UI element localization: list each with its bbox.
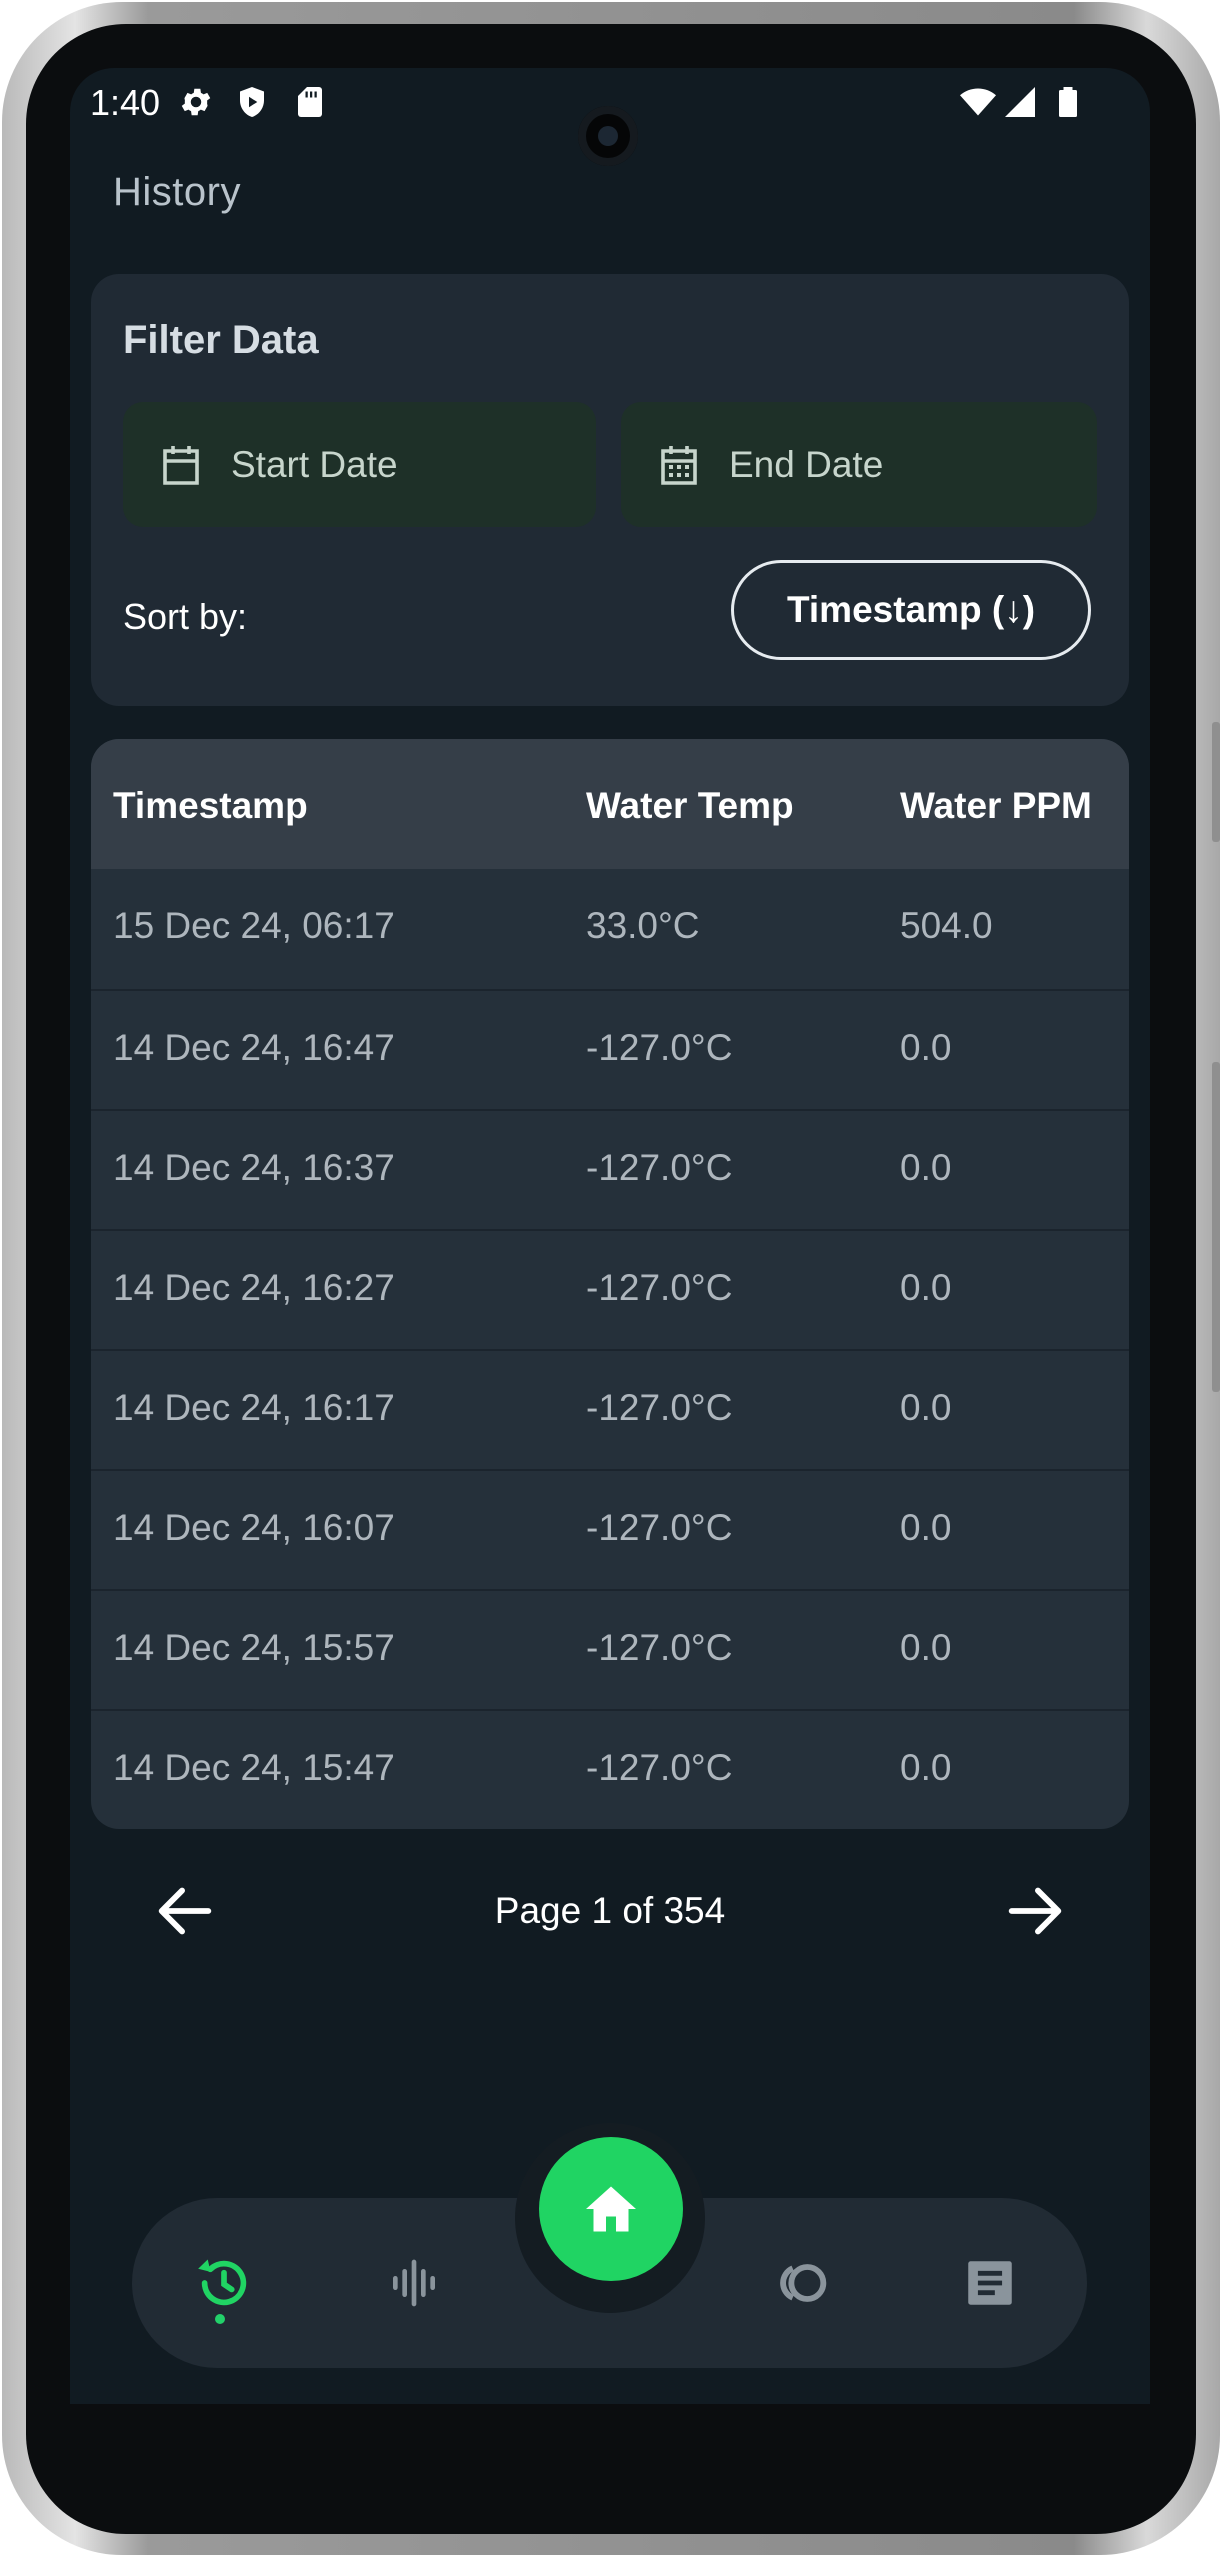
cell-timestamp: 15 Dec 24, 06:17: [113, 905, 395, 946]
home-button[interactable]: [539, 2137, 683, 2281]
table-row[interactable]: 14 Dec 24, 15:47 -127.0°C 0.0: [91, 1709, 1129, 1828]
table-row[interactable]: 14 Dec 24, 16:27 -127.0°C 0.0: [91, 1229, 1129, 1348]
gear-icon: [181, 88, 211, 116]
cell-water-ppm: 504.0: [900, 905, 993, 946]
app-screen: 1:40 History Filter Data Start Date End …: [70, 68, 1150, 2404]
table-row[interactable]: 14 Dec 24, 16:17 -127.0°C 0.0: [91, 1349, 1129, 1468]
cell-timestamp: 14 Dec 24, 16:27: [113, 1267, 395, 1308]
sort-label: Sort by:: [123, 596, 248, 637]
start-date-button[interactable]: Start Date: [123, 402, 596, 527]
table-row[interactable]: 14 Dec 24, 16:47 -127.0°C 0.0: [91, 989, 1129, 1108]
cell-timestamp: 14 Dec 24, 16:17: [113, 1387, 395, 1428]
waveform-icon: [393, 2259, 435, 2307]
nav-toggle[interactable]: [762, 2243, 842, 2323]
sd-card-icon: [298, 87, 322, 117]
cell-timestamp: 14 Dec 24, 15:47: [113, 1747, 395, 1788]
volume-button: [1212, 722, 1220, 842]
front-camera: [578, 106, 638, 166]
cell-water-ppm: 0.0: [900, 1627, 952, 1668]
next-page-icon[interactable]: [1000, 1876, 1070, 1946]
table-header: Timestamp Water Temp Water PPM: [91, 739, 1129, 869]
cell-water-ppm: 0.0: [900, 1507, 952, 1548]
cell-water-ppm: 0.0: [900, 1387, 952, 1428]
toggle-icon: [780, 2264, 827, 2302]
nav-history[interactable]: [184, 2243, 264, 2323]
notes-icon: [968, 2261, 1012, 2305]
home-icon: [586, 2186, 636, 2232]
page-indicator: Page 1 of 354: [494, 1890, 726, 1931]
shield-play-icon: [240, 87, 264, 117]
sort-button[interactable]: Timestamp (↓): [731, 560, 1091, 660]
history-icon: [198, 2259, 247, 2306]
filter-card: Filter Data Start Date End Date Sort by:…: [91, 274, 1129, 706]
table-row[interactable]: 14 Dec 24, 16:37 -127.0°C 0.0: [91, 1109, 1129, 1228]
cell-timestamp: 14 Dec 24, 15:57: [113, 1627, 395, 1668]
end-date-label: End Date: [729, 443, 884, 485]
cell-water-temp: -127.0°C: [586, 1627, 733, 1668]
start-date-label: Start Date: [231, 443, 398, 485]
end-date-button[interactable]: End Date: [621, 402, 1097, 527]
cell-water-ppm: 0.0: [900, 1267, 952, 1308]
cell-water-temp: 33.0°C: [586, 905, 700, 946]
nav-notes[interactable]: [950, 2243, 1030, 2323]
cell-water-ppm: 0.0: [900, 1147, 952, 1188]
header-water-temp[interactable]: Water Temp: [586, 785, 794, 827]
wifi-icon: [960, 88, 996, 116]
cell-water-ppm: 0.0: [900, 1747, 952, 1788]
status-bar: 1:40: [70, 68, 1150, 168]
pagination: Page 1 of 354: [70, 1866, 1150, 1956]
cell-water-temp: -127.0°C: [586, 1267, 733, 1308]
cell-water-temp: -127.0°C: [586, 1387, 733, 1428]
calendar-grid-icon: [661, 445, 697, 485]
filter-title: Filter Data: [123, 318, 319, 362]
history-table: Timestamp Water Temp Water PPM 15 Dec 24…: [91, 739, 1129, 1829]
active-indicator-dot: [215, 2314, 225, 2324]
cell-timestamp: 14 Dec 24, 16:37: [113, 1147, 395, 1188]
nav-waveform[interactable]: [374, 2243, 454, 2323]
signal-icon: [1005, 87, 1035, 117]
calendar-icon: [163, 445, 199, 485]
table-row[interactable]: 14 Dec 24, 15:57 -127.0°C 0.0: [91, 1589, 1129, 1708]
power-button: [1212, 1062, 1220, 1392]
table-row[interactable]: 15 Dec 24, 06:17 33.0°C 504.0: [91, 869, 1129, 988]
cell-water-temp: -127.0°C: [586, 1507, 733, 1548]
header-timestamp[interactable]: Timestamp: [113, 785, 308, 827]
cell-timestamp: 14 Dec 24, 16:47: [113, 1027, 395, 1068]
battery-icon: [1059, 87, 1077, 117]
cell-water-temp: -127.0°C: [586, 1147, 733, 1188]
table-row[interactable]: 14 Dec 24, 16:07 -127.0°C 0.0: [91, 1469, 1129, 1588]
cell-water-ppm: 0.0: [900, 1027, 952, 1068]
header-water-ppm[interactable]: Water PPM: [900, 785, 1092, 827]
page-title: History: [113, 170, 241, 214]
cell-water-temp: -127.0°C: [586, 1027, 733, 1068]
status-time: 1:40: [90, 82, 161, 123]
cell-water-temp: -127.0°C: [586, 1747, 733, 1788]
cell-timestamp: 14 Dec 24, 16:07: [113, 1507, 395, 1548]
